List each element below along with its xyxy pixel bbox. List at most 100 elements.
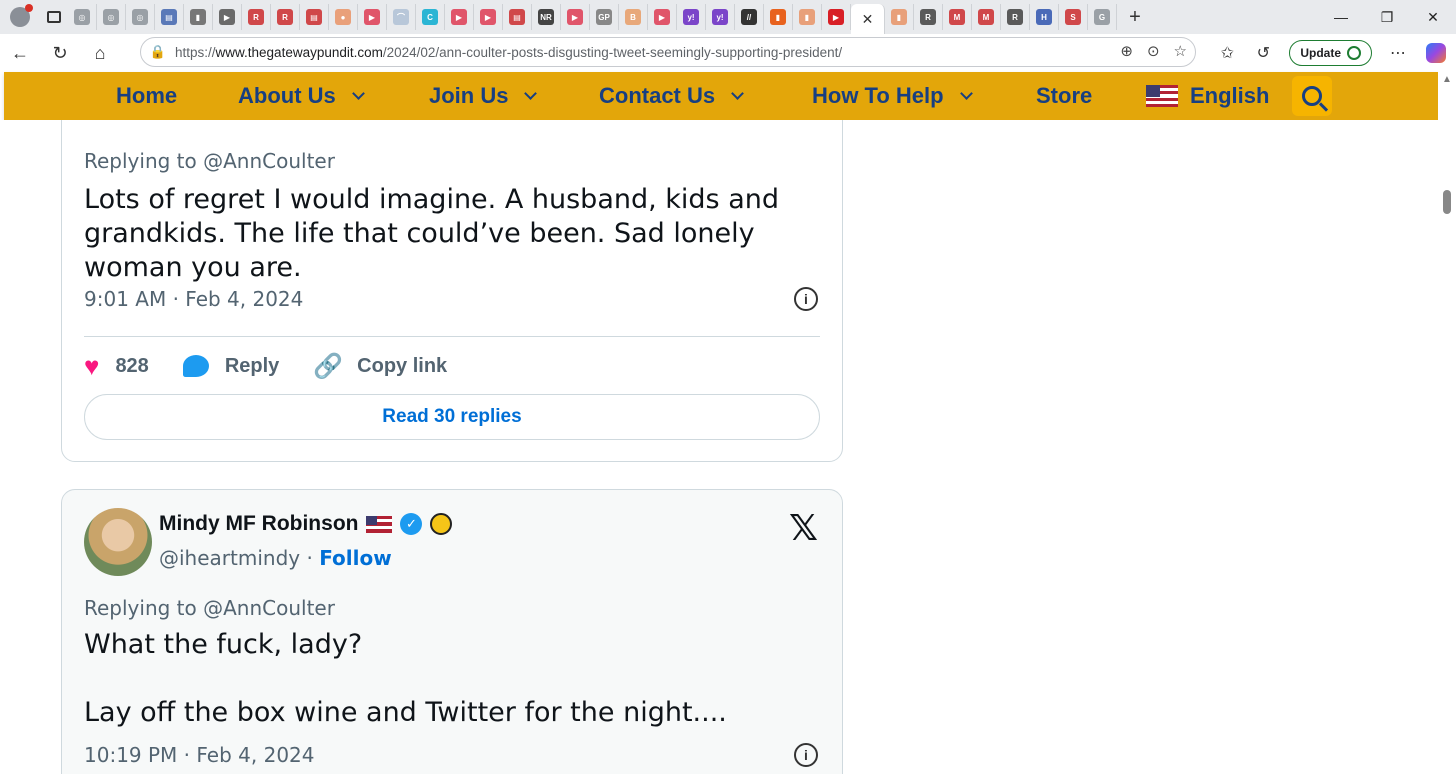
browser-tab[interactable]: R [914, 4, 943, 30]
browser-tab[interactable]: ▤ [503, 4, 532, 30]
browser-tab[interactable]: G [1088, 4, 1117, 30]
close-window-icon[interactable]: ✕ [1410, 0, 1456, 34]
follow-link[interactable]: Follow [319, 546, 392, 570]
update-icon [1347, 46, 1361, 60]
like-button[interactable]: ♥ 828 [84, 351, 149, 382]
browser-tab[interactable]: R [242, 4, 271, 30]
tweet-date[interactable]: 10:19 PM · Feb 4, 2024 [84, 743, 315, 767]
restore-icon[interactable]: ❐ [1364, 0, 1410, 34]
browser-tab[interactable]: ▶ [822, 4, 851, 30]
copy-link-button[interactable]: 🔗 Copy link [313, 352, 447, 381]
browser-tab[interactable]: M [972, 4, 1001, 30]
more-page-icon[interactable]: ⊙ [1147, 42, 1160, 60]
close-tab-icon[interactable]: ✕ [862, 11, 874, 28]
separator: · [300, 546, 320, 570]
browser-tab[interactable]: ▶ [561, 4, 590, 30]
browser-tab[interactable]: R [271, 4, 300, 30]
browser-tab[interactable]: ▮ [885, 4, 914, 30]
history-icon[interactable]: ↺ [1245, 43, 1281, 63]
nav-language[interactable]: English [1146, 72, 1269, 120]
avatar[interactable] [84, 508, 152, 576]
address-bar[interactable]: 🔒 https://www.thegatewaypundit.com/2024/… [140, 37, 1196, 67]
reply-label: Reply [224, 354, 280, 377]
browser-tab[interactable]: // [735, 4, 764, 30]
menu-dots-icon[interactable]: ⋯ [1380, 43, 1416, 63]
browser-tab[interactable]: M [943, 4, 972, 30]
browser-tab[interactable]: R [1001, 4, 1030, 30]
browser-tab[interactable]: ◎ [97, 4, 126, 30]
info-icon[interactable]: i [794, 287, 818, 311]
affiliate-badge-icon [430, 513, 453, 535]
zoom-icon[interactable]: ⊕ [1120, 42, 1133, 60]
nav-contact[interactable]: Contact Us [599, 72, 744, 120]
back-icon[interactable]: ← [0, 34, 40, 72]
replying-to[interactable]: Replying to @AnnCoulter [84, 149, 335, 173]
nav-how-to-help[interactable]: How To Help [812, 72, 973, 120]
browser-tab[interactable]: NR [532, 4, 561, 30]
active-tab[interactable]: ✕ [851, 4, 885, 34]
browser-tab[interactable]: ▤ [300, 4, 329, 30]
tweet-date[interactable]: 9:01 AM · Feb 4, 2024 [84, 287, 303, 311]
site-info-icon[interactable]: 🔒 [141, 44, 175, 60]
handle-text[interactable]: @iheartmindy [159, 546, 300, 570]
read-replies-button[interactable]: Read 30 replies [84, 394, 820, 440]
x-logo-icon[interactable]: 𝕏 [789, 508, 818, 549]
browser-tab[interactable]: ▶ [358, 4, 387, 30]
scrollbar-thumb[interactable] [1443, 190, 1451, 214]
embedded-tweet[interactable]: Mindy MF Robinson ✓ @iheartmindy · Follo… [61, 489, 843, 774]
author-name[interactable]: Mindy MF Robinson ✓ [159, 512, 453, 536]
update-button[interactable]: Update [1289, 40, 1372, 66]
nav-about[interactable]: About Us [238, 72, 365, 120]
browser-tab[interactable]: y! [677, 4, 706, 30]
nav-home[interactable]: Home [116, 72, 177, 120]
omnibox-actions: ⊕ ⊙ ☆ [1120, 42, 1187, 60]
browser-tab[interactable]: ▮ [184, 4, 213, 30]
url-text[interactable]: https://www.thegatewaypundit.com/2024/02… [175, 45, 842, 60]
favorites-icon[interactable]: ✩ [1209, 43, 1245, 63]
browser-tab[interactable]: ▶ [648, 4, 677, 30]
tweet-text-line-1: What the fuck, lady? [84, 629, 363, 660]
browser-tab[interactable]: S [1059, 4, 1088, 30]
browser-tab[interactable]: ◎ [68, 4, 97, 30]
browser-tab[interactable]: ▶ [213, 4, 242, 30]
favorite-star-icon[interactable]: ☆ [1174, 42, 1187, 60]
profile-button[interactable] [0, 0, 40, 34]
browser-tab[interactable]: ▶ [474, 4, 503, 30]
tab-actions-button[interactable] [40, 0, 68, 34]
browser-tab[interactable]: GP [590, 4, 619, 30]
nav-join[interactable]: Join Us [429, 72, 538, 120]
browser-tab[interactable]: ● [329, 4, 358, 30]
copilot-icon[interactable] [1426, 43, 1446, 63]
heart-icon: ♥ [84, 350, 100, 381]
nav-store[interactable]: Store [1036, 72, 1092, 120]
chevron-down-icon [731, 86, 744, 100]
nav-about-label: About Us [238, 83, 336, 108]
home-icon[interactable]: ⌂ [80, 34, 120, 72]
site-search-button[interactable] [1292, 76, 1332, 116]
browser-tab[interactable]: C [416, 4, 445, 30]
author-handle: @iheartmindy · Follow [159, 546, 392, 570]
page-scrollbar[interactable]: ▲ [1438, 72, 1456, 774]
browser-tab[interactable]: ▮ [764, 4, 793, 30]
reply-button[interactable]: Reply [182, 354, 280, 378]
browser-tab[interactable]: ◎ [126, 4, 155, 30]
tab-favicon-icon: ▮ [891, 9, 907, 25]
reload-icon[interactable]: ↻ [40, 34, 80, 72]
browser-tab[interactable]: ⌒ [387, 4, 416, 30]
browser-tab[interactable]: ▮ [793, 4, 822, 30]
browser-tab[interactable]: y! [706, 4, 735, 30]
tab-favicon-icon: y! [712, 9, 728, 25]
browser-tab[interactable]: ▤ [155, 4, 184, 30]
new-tab-button[interactable]: + [1117, 6, 1153, 29]
browser-tab[interactable]: ▶ [445, 4, 474, 30]
browser-tab[interactable]: B [619, 4, 648, 30]
scroll-up-icon[interactable]: ▲ [1442, 74, 1452, 85]
embedded-tweet[interactable]: Replying to @AnnCoulter Lots of regret I… [61, 120, 843, 462]
tab-favicon-icon: ▮ [190, 9, 206, 25]
replying-to[interactable]: Replying to @AnnCoulter [84, 596, 335, 620]
tab-list: ◎ ◎ ◎ ▤ ▮ ▶ R R ▤ ● ▶ ⌒ C ▶ ▶ ▤ NR ▶ GP B ▶ y! y! // ▮ ▮ ▶ [68, 4, 851, 30]
browser-tab[interactable]: H [1030, 4, 1059, 30]
info-icon[interactable]: i [794, 743, 818, 767]
update-label: Update [1300, 46, 1341, 60]
minimize-icon[interactable]: — [1318, 0, 1364, 34]
